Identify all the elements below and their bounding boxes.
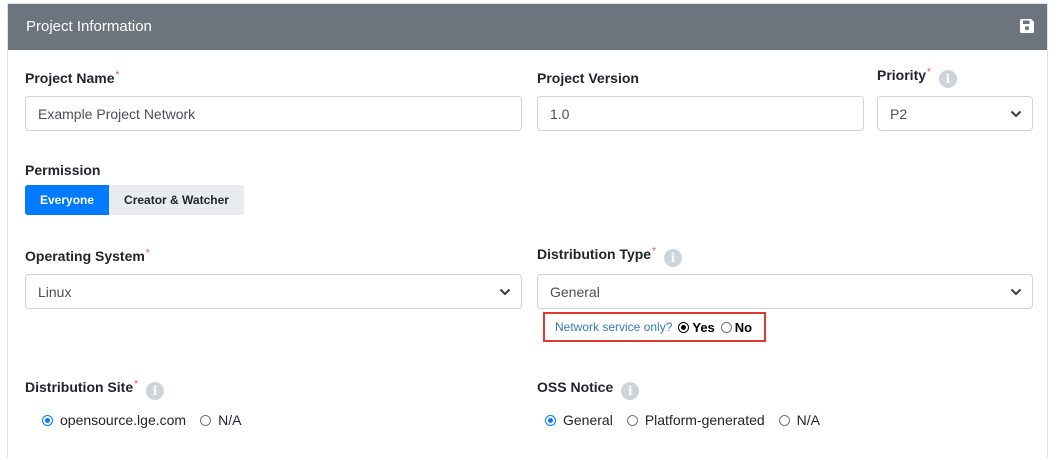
card-title: Project Information <box>26 18 152 35</box>
network-service-yes-radio[interactable] <box>678 321 690 333</box>
oss-notice-na-label[interactable]: N/A <box>797 412 820 428</box>
info-icon[interactable]: i <box>663 249 682 267</box>
oss-notice-general-label[interactable]: General <box>563 412 613 428</box>
project-version-input[interactable] <box>537 96 864 131</box>
distribution-site-na-radio[interactable] <box>200 414 212 426</box>
distribution-site-opensource-label[interactable]: opensource.lge.com <box>60 412 186 428</box>
required-mark: * <box>115 70 120 81</box>
network-service-no-radio[interactable] <box>720 321 732 333</box>
project-version-label: Project Version <box>537 70 639 86</box>
operating-system-value: Linux <box>38 284 72 300</box>
project-name-input[interactable] <box>25 96 522 131</box>
priority-select[interactable]: P2 <box>877 96 1033 131</box>
network-service-no-label[interactable]: No <box>735 320 752 335</box>
chevron-down-icon <box>499 288 511 296</box>
project-name-label: Project Name* <box>25 70 120 86</box>
required-mark: * <box>927 67 931 78</box>
permission-everyone-button[interactable]: Everyone <box>25 185 110 215</box>
distribution-type-select[interactable]: General <box>537 274 1033 309</box>
card-header: Project Information <box>8 4 1047 50</box>
required-mark: * <box>652 246 656 257</box>
oss-notice-general-radio[interactable] <box>545 414 556 426</box>
permission-label: Permission <box>25 162 101 178</box>
chevron-down-icon <box>1010 288 1022 296</box>
oss-notice-radio-group: General Platform-generated N/A <box>545 412 834 428</box>
oss-notice-platform-generated-label[interactable]: Platform-generated <box>645 412 765 428</box>
operating-system-select[interactable]: Linux <box>25 274 522 309</box>
priority-label: Priority* i <box>877 67 957 88</box>
required-mark: * <box>145 248 150 259</box>
distribution-site-radio-group: opensource.lge.com N/A <box>42 412 255 428</box>
save-icon[interactable] <box>1019 18 1035 34</box>
oss-notice-na-radio[interactable] <box>778 414 790 426</box>
required-mark: * <box>134 379 139 390</box>
operating-system-label: Operating System* <box>25 248 150 264</box>
permission-toggle-group: Everyone Creator & Watcher <box>25 185 244 215</box>
distribution-site-na-label[interactable]: N/A <box>218 412 241 428</box>
priority-value: P2 <box>890 106 908 122</box>
distribution-type-value: General <box>550 284 600 300</box>
oss-notice-label: OSS Notice i <box>537 379 640 400</box>
chevron-down-icon <box>1010 110 1022 118</box>
info-icon[interactable]: i <box>146 382 165 400</box>
oss-notice-platform-generated-radio[interactable] <box>626 414 638 426</box>
network-service-yes-label[interactable]: Yes <box>692 320 714 335</box>
network-service-highlight: Network service only? Yes No <box>543 312 766 342</box>
network-service-question: Network service only? <box>555 320 673 334</box>
permission-creator-watcher-button[interactable]: Creator & Watcher <box>109 185 244 215</box>
distribution-site-label: Distribution Site* i <box>25 379 165 400</box>
info-icon[interactable]: i <box>938 70 957 88</box>
distribution-site-opensource-radio[interactable] <box>42 414 53 426</box>
distribution-type-label: Distribution Type* i <box>537 246 682 267</box>
info-icon[interactable]: i <box>621 382 640 400</box>
